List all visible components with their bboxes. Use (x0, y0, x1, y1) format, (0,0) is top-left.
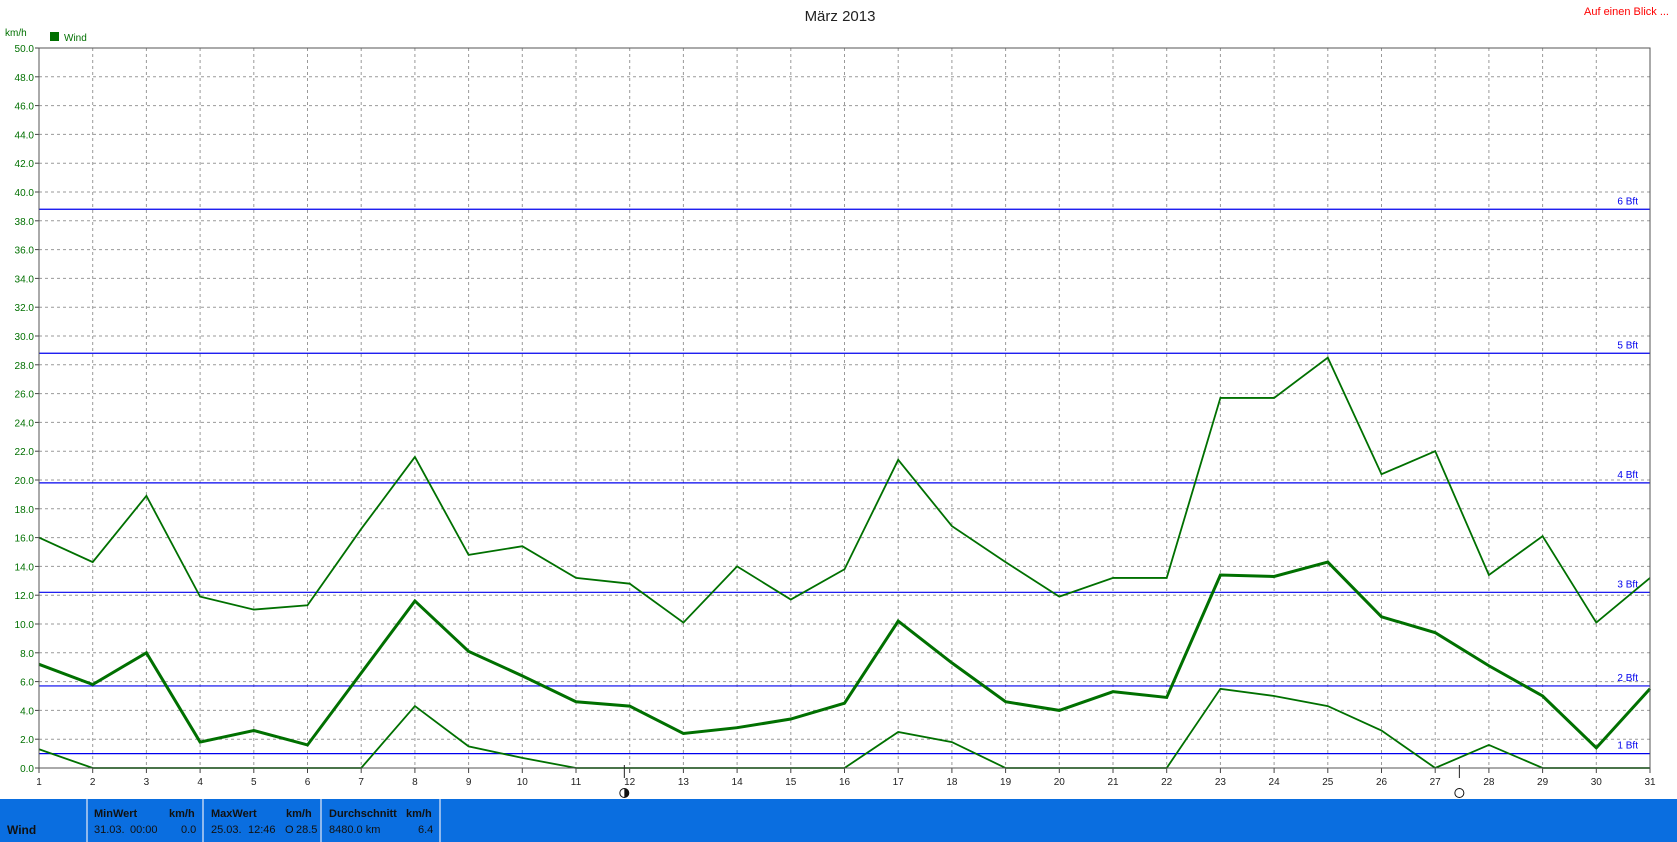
y-tick-label: 36.0 (15, 246, 35, 257)
stats-footer: Wind MinWert km/h 31.03. 00:00 0.0 MaxWe… (0, 799, 1677, 842)
x-tick-label: 25 (1322, 777, 1334, 788)
max-unit: km/h (286, 808, 312, 820)
x-tick-label: 5 (251, 777, 257, 788)
y-tick-label: 30.0 (15, 332, 35, 343)
y-tick-label: 28.0 (15, 361, 35, 372)
y-tick-label: 32.0 (15, 303, 35, 314)
x-tick-label: 18 (946, 777, 958, 788)
y-tick-label: 22.0 (15, 447, 35, 458)
y-tick-label: 42.0 (15, 159, 35, 170)
beaufort-label: 4 Bft (1617, 470, 1638, 481)
x-tick-label: 31 (1644, 777, 1656, 788)
chart-title: März 2013 (805, 8, 876, 25)
x-tick-label: 14 (732, 777, 744, 788)
x-tick-label: 30 (1591, 777, 1603, 788)
x-tick-label: 27 (1430, 777, 1442, 788)
x-tick-label: 16 (839, 777, 851, 788)
overview-link[interactable]: Auf einen Blick ... (1584, 6, 1669, 18)
x-tick-label: 29 (1537, 777, 1549, 788)
x-tick-label: 24 (1269, 777, 1281, 788)
x-tick-label: 20 (1054, 777, 1066, 788)
max-value: 28.5 (296, 824, 318, 836)
y-tick-label: 0.0 (20, 764, 34, 775)
beaufort-label: 3 Bft (1617, 579, 1638, 590)
y-tick-label: 20.0 (15, 476, 35, 487)
avg-header: Durchschnitt (329, 808, 397, 820)
footer-series-name: Wind (7, 823, 37, 837)
x-tick-label: 26 (1376, 777, 1388, 788)
x-tick-label: 8 (412, 777, 418, 788)
y-tick-label: 6.0 (20, 678, 34, 689)
beaufort-label: 2 Bft (1617, 673, 1638, 684)
x-tick-label: 7 (358, 777, 364, 788)
footer-separator (320, 799, 322, 842)
y-tick-label: 34.0 (15, 274, 35, 285)
y-tick-label: 24.0 (15, 418, 35, 429)
y-tick-label: 10.0 (15, 620, 35, 631)
y-tick-label: 18.0 (15, 505, 35, 516)
y-tick-label: 44.0 (15, 130, 35, 141)
avg-unit: km/h (406, 808, 432, 820)
y-tick-label: 26.0 (15, 390, 35, 401)
y-tick-label: 14.0 (15, 562, 35, 573)
footer-separator (439, 799, 441, 842)
x-tick-label: 9 (466, 777, 472, 788)
max-header: MaxWert (211, 808, 257, 820)
max-direction: O (285, 824, 294, 836)
footer-separator (86, 799, 88, 842)
y-tick-label: 4.0 (20, 706, 34, 717)
x-tick-label: 23 (1215, 777, 1227, 788)
y-tick-label: 12.0 (15, 591, 35, 602)
y-tick-label: 40.0 (15, 188, 35, 199)
y-axis-unit: km/h (5, 28, 27, 39)
x-tick-label: 22 (1161, 777, 1173, 788)
y-tick-label: 2.0 (20, 735, 34, 746)
x-tick-label: 10 (517, 777, 529, 788)
min-value: 0.0 (181, 824, 197, 836)
x-tick-label: 3 (144, 777, 150, 788)
x-tick-label: 15 (785, 777, 797, 788)
y-tick-label: 46.0 (15, 102, 35, 113)
x-tick-label: 13 (678, 777, 690, 788)
full-moon-icon (1454, 788, 1465, 798)
x-tick-label: 19 (1000, 777, 1012, 788)
avg-value: 6.4 (418, 824, 434, 836)
y-tick-label: 16.0 (15, 534, 35, 545)
y-tick-label: 38.0 (15, 217, 35, 228)
x-tick-label: 4 (197, 777, 203, 788)
min-unit: km/h (169, 808, 195, 820)
x-tick-label: 17 (893, 777, 905, 788)
min-date: 31.03. (94, 824, 125, 836)
legend-swatch (50, 32, 59, 41)
beaufort-label: 5 Bft (1617, 340, 1638, 351)
wind-chart: März 2013 km/h Wind 1 Bft 2 Bft 3 Bft 4 Bft… (5, 8, 1656, 798)
min-time: 00:00 (130, 824, 158, 836)
avg-distance: 8480.0 km (329, 824, 381, 836)
max-date: 25.03. (211, 824, 242, 836)
x-tick-label: 1 (36, 777, 42, 788)
x-tick-label: 28 (1483, 777, 1495, 788)
x-tick-label: 2 (90, 777, 96, 788)
beaufort-label: 1 Bft (1617, 741, 1638, 752)
x-tick-label: 12 (624, 777, 636, 788)
y-tick-label: 50.0 (15, 44, 35, 55)
legend-label: Wind (64, 33, 87, 44)
beaufort-label: 6 Bft (1617, 196, 1638, 207)
x-tick-label: 11 (571, 777, 582, 788)
x-tick-label: 21 (1107, 777, 1119, 788)
y-tick-label: 48.0 (15, 73, 35, 84)
y-tick-label: 8.0 (20, 649, 34, 660)
min-header: MinWert (94, 808, 138, 820)
max-time: 12:46 (248, 824, 276, 836)
x-tick-label: 6 (305, 777, 311, 788)
footer-separator (202, 799, 204, 842)
